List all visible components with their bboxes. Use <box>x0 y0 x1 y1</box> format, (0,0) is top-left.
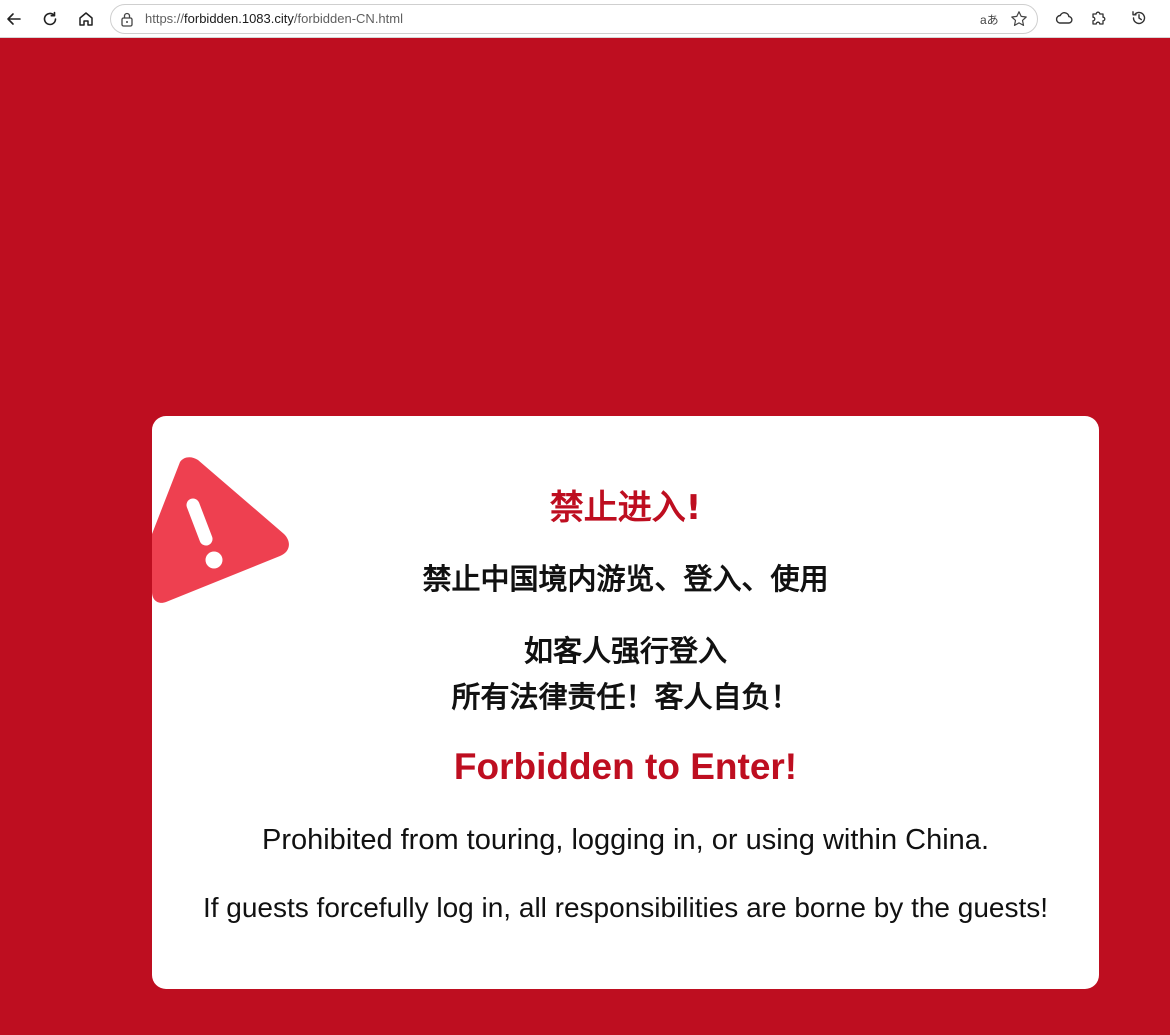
browser-toolbar: https://forbidden.1083.city/forbidden-CN… <box>0 0 1170 38</box>
url-host: forbidden.1083.city <box>184 11 294 26</box>
back-button[interactable] <box>0 5 28 33</box>
read-aloud-icon[interactable]: aあ <box>980 11 999 28</box>
lock-icon[interactable] <box>120 11 134 27</box>
reload-button[interactable] <box>36 5 64 33</box>
url-text[interactable]: https://forbidden.1083.city/forbidden-CN… <box>145 11 403 26</box>
home-icon <box>79 12 93 26</box>
url-path: /forbidden-CN.html <box>293 11 403 26</box>
cn-title: 禁止进入! <box>549 488 702 528</box>
cn-notice-line-3: 所有法律责任！客人自负！ <box>451 680 800 714</box>
cloud-icon[interactable] <box>1054 9 1074 27</box>
star-icon[interactable] <box>1010 10 1028 28</box>
en-notice-line-1: Prohibited from touring, logging in, or … <box>261 824 989 856</box>
en-notice-line-2: If guests forcefully log in, all respons… <box>202 892 1049 923</box>
url-prefix: https:// <box>145 11 185 26</box>
cn-notice-line-2: 如客人强行登入 <box>523 634 727 668</box>
notice-card: 禁止进入! 禁止中国境内游览、登入、使用 如客人强行登入 所有法律责任！客人自负… <box>152 416 1099 989</box>
reload-icon <box>43 11 57 26</box>
back-icon <box>7 13 21 25</box>
cn-notice-line-1: 禁止中国境内游览、登入、使用 <box>422 562 829 596</box>
extensions-icon[interactable] <box>1090 9 1108 27</box>
en-title: Forbidden to Enter! <box>453 746 798 787</box>
history-icon[interactable] <box>1130 9 1148 27</box>
home-button[interactable] <box>72 5 100 33</box>
page-background: 禁止进入! 禁止中国境内游览、登入、使用 如客人强行登入 所有法律责任！客人自负… <box>0 38 1170 1035</box>
address-bar[interactable]: https://forbidden.1083.city/forbidden-CN… <box>110 4 1038 34</box>
